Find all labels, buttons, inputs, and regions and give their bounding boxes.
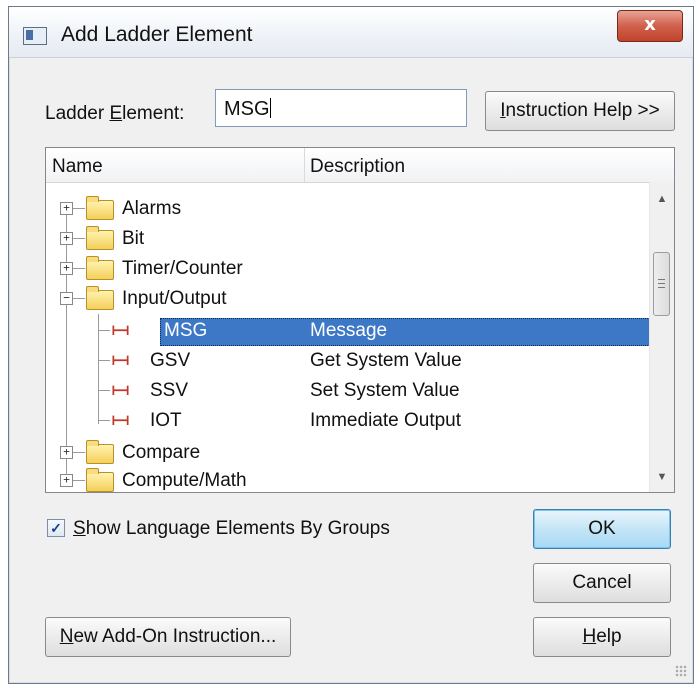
folder-icon	[86, 226, 114, 250]
instruction-description: Set System Value	[310, 380, 460, 401]
scroll-down-arrow-icon[interactable]: ▼	[650, 466, 674, 488]
tree-line	[98, 360, 110, 361]
tree-line	[98, 390, 110, 391]
column-description-header[interactable]: Description	[310, 156, 405, 178]
group-label: Timer/Counter	[122, 258, 243, 279]
folder-icon	[86, 256, 114, 280]
thumb-grip	[658, 283, 665, 284]
tree-group-compare[interactable]: + Compare	[46, 438, 646, 468]
tree-group-timer-counter[interactable]: + Timer/Counter	[46, 254, 646, 284]
tree-group-compute-math[interactable]: + Compute/Math	[46, 466, 646, 496]
close-button[interactable]: x	[617, 10, 683, 42]
tree-line	[73, 268, 85, 269]
instruction-description: Get System Value	[310, 350, 462, 371]
tree-line	[98, 420, 110, 421]
tree-group-alarms[interactable]: + Alarms	[46, 194, 646, 224]
tree-group-input-output[interactable]: − Input/Output	[46, 284, 646, 314]
group-label: Compare	[122, 442, 201, 463]
group-label: Compute/Math	[122, 470, 247, 491]
tree-line	[73, 238, 85, 239]
tree-line	[98, 330, 110, 331]
tree-line	[73, 208, 85, 209]
expand-plus-icon[interactable]: +	[60, 446, 73, 459]
column-divider[interactable]	[304, 148, 305, 182]
tree-item-gsv[interactable]: ⊢⊣ GSV Get System Value	[46, 346, 646, 376]
ladder-rung-icon: ⊢⊣	[112, 321, 129, 339]
group-label: Bit	[122, 228, 145, 249]
tree-item-msg[interactable]: ⊢⊣ MSG Message	[46, 316, 646, 346]
help-button[interactable]: Help	[533, 617, 671, 657]
ladder-element-input[interactable]: MSG	[215, 89, 467, 127]
app-window-icon	[23, 27, 47, 45]
vertical-scrollbar[interactable]: ▲ ▼	[649, 182, 674, 492]
column-header: Name Description	[46, 148, 674, 183]
open-folder-icon	[86, 286, 114, 310]
group-label: Alarms	[122, 198, 182, 219]
group-label: Input/Output	[122, 288, 227, 309]
column-name-header[interactable]: Name	[52, 156, 103, 178]
instruction-name: IOT	[150, 410, 182, 431]
tree-line	[73, 298, 85, 299]
instruction-help-button[interactable]: Instruction Help >>	[485, 91, 675, 131]
tree-line	[73, 480, 85, 481]
instruction-description: Immediate Output	[310, 410, 462, 431]
ladder-rung-icon: ⊢⊣	[112, 381, 129, 399]
folder-icon	[86, 468, 114, 492]
collapse-minus-icon[interactable]: −	[60, 292, 73, 305]
resize-grip-icon[interactable]	[675, 665, 687, 677]
title-bar[interactable]: Add Ladder Element x	[9, 7, 693, 58]
scroll-up-arrow-icon[interactable]: ▲	[650, 188, 674, 210]
tree-line	[73, 452, 85, 453]
ok-button[interactable]: OK	[533, 509, 671, 549]
dialog-title: Add Ladder Element	[61, 23, 253, 46]
thumb-grip	[658, 279, 665, 280]
instruction-description: Message	[310, 320, 388, 341]
instruction-tree[interactable]: Name Description + Alarms + Bit + Timer/…	[45, 147, 675, 493]
text-caret	[269, 98, 271, 118]
expand-plus-icon[interactable]: +	[60, 202, 73, 215]
tree-item-ssv[interactable]: ⊢⊣ SSV Set System Value	[46, 376, 646, 406]
tree-item-iot[interactable]: ⊢⊣ IOT Immediate Output	[46, 406, 646, 436]
thumb-grip	[658, 287, 665, 288]
cancel-button[interactable]: Cancel	[533, 563, 671, 603]
expand-plus-icon[interactable]: +	[60, 262, 73, 275]
ladder-rung-icon: ⊢⊣	[112, 411, 129, 429]
folder-icon	[86, 440, 114, 464]
instruction-name: MSG	[164, 320, 208, 341]
add-ladder-element-dialog: Add Ladder Element x Ladder Element: MSG…	[8, 6, 694, 684]
tree-group-bit[interactable]: + Bit	[46, 224, 646, 254]
show-groups-checkbox[interactable]: ✓	[47, 519, 65, 537]
ladder-element-label: Ladder Element:	[45, 103, 185, 124]
scrollbar-thumb[interactable]	[653, 252, 670, 316]
expand-plus-icon[interactable]: +	[60, 474, 73, 487]
instruction-name: SSV	[150, 380, 189, 401]
new-add-on-instruction-button[interactable]: New Add-On Instruction...	[45, 617, 291, 657]
show-groups-label[interactable]: Show Language Elements By Groups	[73, 518, 390, 540]
expand-plus-icon[interactable]: +	[60, 232, 73, 245]
instruction-name: GSV	[150, 350, 191, 371]
folder-icon	[86, 196, 114, 220]
ladder-rung-icon: ⊢⊣	[112, 351, 129, 369]
